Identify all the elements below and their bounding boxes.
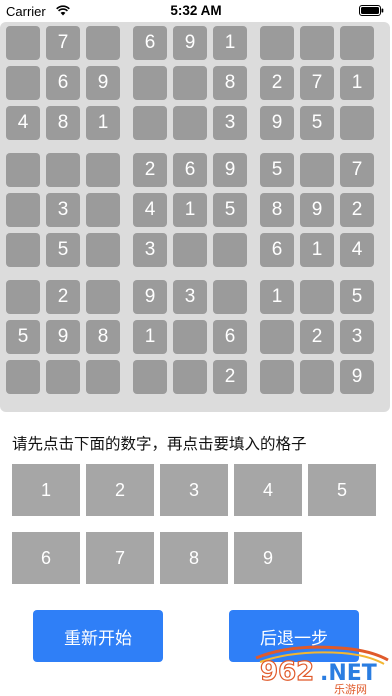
- sudoku-cell[interactable]: 5: [213, 193, 247, 227]
- sudoku-cell[interactable]: [173, 320, 207, 354]
- instruction-text: 请先点击下面的数字，再点击要填入的格子: [12, 435, 307, 453]
- svg-text:.NET: .NET: [320, 661, 377, 686]
- restart-button[interactable]: 重新开始: [33, 610, 163, 662]
- sudoku-cell[interactable]: 8: [260, 193, 294, 227]
- sudoku-cell[interactable]: 3: [173, 280, 207, 314]
- sudoku-cell[interactable]: 9: [133, 280, 167, 314]
- undo-button[interactable]: 后退一步: [229, 610, 359, 662]
- sudoku-cell[interactable]: 1: [300, 233, 334, 267]
- sudoku-cell[interactable]: [6, 233, 40, 267]
- sudoku-cell[interactable]: [86, 153, 120, 187]
- sudoku-cell[interactable]: 4: [6, 106, 40, 140]
- sudoku-cell[interactable]: [340, 26, 374, 60]
- sudoku-cell[interactable]: 4: [340, 233, 374, 267]
- sudoku-cell[interactable]: [133, 360, 167, 394]
- sudoku-cell[interactable]: 5: [46, 233, 80, 267]
- sudoku-cell[interactable]: [260, 360, 294, 394]
- sudoku-cell[interactable]: 8: [46, 106, 80, 140]
- sudoku-cell[interactable]: 9: [46, 320, 80, 354]
- sudoku-cell[interactable]: 6: [213, 320, 247, 354]
- number-button[interactable]: 2: [86, 464, 154, 516]
- sudoku-cell[interactable]: 2: [213, 360, 247, 394]
- number-button[interactable]: 4: [234, 464, 302, 516]
- sudoku-cell[interactable]: [173, 360, 207, 394]
- sudoku-cell[interactable]: [86, 193, 120, 227]
- sudoku-cell[interactable]: [340, 106, 374, 140]
- sudoku-cell[interactable]: [86, 280, 120, 314]
- sudoku-cell[interactable]: [133, 66, 167, 100]
- sudoku-cell[interactable]: 6: [133, 26, 167, 60]
- sudoku-cell[interactable]: 2: [46, 280, 80, 314]
- sudoku-cell[interactable]: 4: [133, 193, 167, 227]
- sudoku-board: 7691698271481395269573415892536142931559…: [0, 22, 390, 412]
- sudoku-cell[interactable]: 9: [300, 193, 334, 227]
- sudoku-cell[interactable]: 1: [340, 66, 374, 100]
- sudoku-cell[interactable]: [173, 233, 207, 267]
- number-button[interactable]: 8: [160, 532, 228, 584]
- sudoku-cell[interactable]: 1: [213, 26, 247, 60]
- sudoku-cell[interactable]: [46, 153, 80, 187]
- sudoku-cell[interactable]: 7: [300, 66, 334, 100]
- sudoku-cell[interactable]: 5: [260, 153, 294, 187]
- sudoku-cell[interactable]: [86, 360, 120, 394]
- number-button[interactable]: 7: [86, 532, 154, 584]
- sudoku-cell[interactable]: 2: [260, 66, 294, 100]
- sudoku-cell[interactable]: 6: [260, 233, 294, 267]
- sudoku-cell[interactable]: [6, 26, 40, 60]
- sudoku-cell[interactable]: [86, 233, 120, 267]
- sudoku-cell[interactable]: [86, 26, 120, 60]
- status-bar: Carrier 5:32 AM: [0, 0, 392, 22]
- sudoku-cell[interactable]: 8: [213, 66, 247, 100]
- battery-icon: [359, 5, 384, 16]
- sudoku-cell[interactable]: 3: [46, 193, 80, 227]
- sudoku-cell[interactable]: [173, 66, 207, 100]
- sudoku-cell[interactable]: [6, 153, 40, 187]
- sudoku-cell[interactable]: [133, 106, 167, 140]
- sudoku-cell[interactable]: [6, 360, 40, 394]
- sudoku-cell[interactable]: [6, 280, 40, 314]
- sudoku-cell[interactable]: 6: [46, 66, 80, 100]
- sudoku-cell[interactable]: 2: [340, 193, 374, 227]
- number-button[interactable]: 6: [12, 532, 80, 584]
- sudoku-cell[interactable]: 1: [86, 106, 120, 140]
- status-time: 5:32 AM: [170, 3, 222, 18]
- sudoku-cell[interactable]: 3: [133, 233, 167, 267]
- sudoku-cell[interactable]: [300, 153, 334, 187]
- sudoku-cell[interactable]: 3: [213, 106, 247, 140]
- sudoku-cell[interactable]: 9: [86, 66, 120, 100]
- sudoku-cell[interactable]: [300, 26, 334, 60]
- sudoku-cell[interactable]: 7: [340, 153, 374, 187]
- sudoku-cell[interactable]: [213, 233, 247, 267]
- sudoku-cell[interactable]: 1: [173, 193, 207, 227]
- sudoku-cell[interactable]: 9: [213, 153, 247, 187]
- number-button[interactable]: 5: [308, 464, 376, 516]
- sudoku-cell[interactable]: 6: [173, 153, 207, 187]
- sudoku-cell[interactable]: [300, 280, 334, 314]
- sudoku-cell[interactable]: 7: [46, 26, 80, 60]
- sudoku-cell[interactable]: 1: [260, 280, 294, 314]
- sudoku-cell[interactable]: [260, 320, 294, 354]
- sudoku-cell[interactable]: 8: [86, 320, 120, 354]
- sudoku-cell[interactable]: 3: [340, 320, 374, 354]
- number-button[interactable]: 9: [234, 532, 302, 584]
- sudoku-cell[interactable]: 5: [300, 106, 334, 140]
- sudoku-cell[interactable]: 2: [300, 320, 334, 354]
- number-button[interactable]: 3: [160, 464, 228, 516]
- sudoku-cell[interactable]: 5: [6, 320, 40, 354]
- sudoku-cell[interactable]: 1: [133, 320, 167, 354]
- sudoku-cell[interactable]: [46, 360, 80, 394]
- sudoku-cell[interactable]: 9: [260, 106, 294, 140]
- sudoku-cell[interactable]: [6, 66, 40, 100]
- svg-text:乐游网: 乐游网: [334, 683, 367, 696]
- sudoku-cell[interactable]: 9: [173, 26, 207, 60]
- sudoku-cell[interactable]: [260, 26, 294, 60]
- sudoku-cell[interactable]: 9: [340, 360, 374, 394]
- sudoku-cell[interactable]: [300, 360, 334, 394]
- number-button[interactable]: 1: [12, 464, 80, 516]
- sudoku-cell[interactable]: [6, 193, 40, 227]
- sudoku-cell[interactable]: [213, 280, 247, 314]
- sudoku-cell[interactable]: 2: [133, 153, 167, 187]
- sudoku-cell[interactable]: [173, 106, 207, 140]
- sudoku-cell[interactable]: 5: [340, 280, 374, 314]
